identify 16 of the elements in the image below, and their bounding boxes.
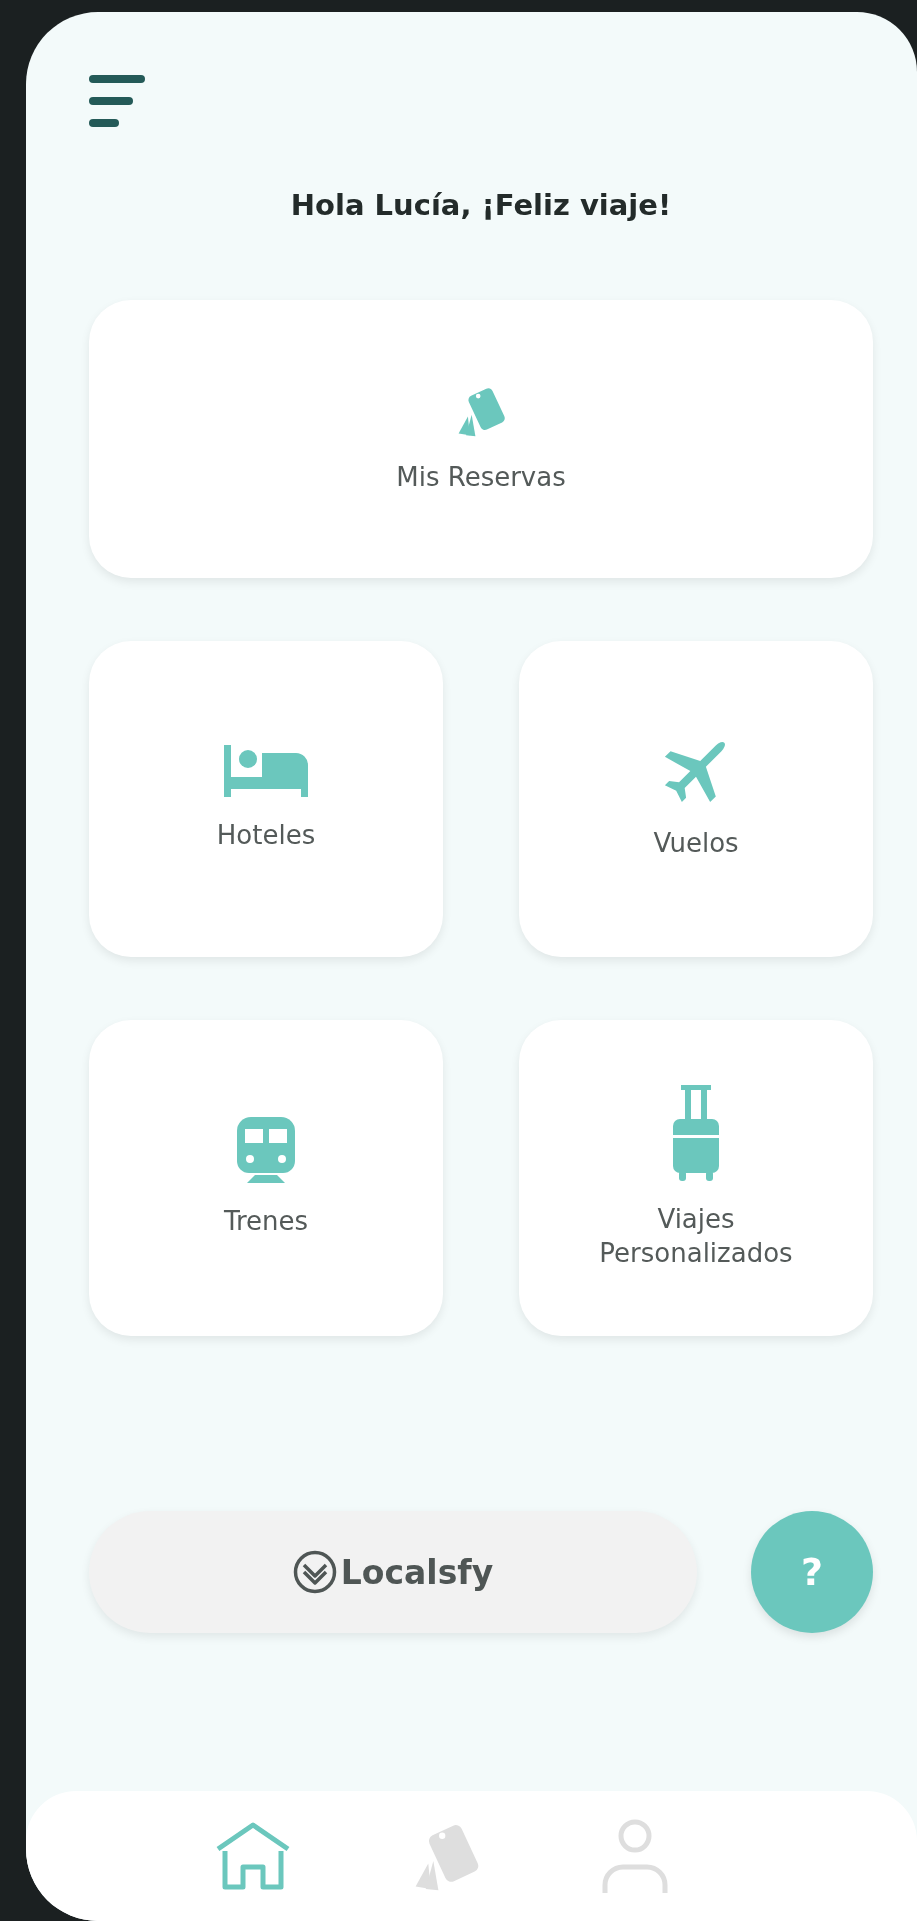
bed-icon <box>224 745 308 798</box>
chevrons-circle-icon <box>292 1550 337 1594</box>
greeting-heading: Hola Lucía, ¡Feliz viaje! <box>289 188 673 222</box>
person-icon <box>602 1819 669 1893</box>
person-icon-tab[interactable] <box>602 1819 669 1893</box>
home-icon-tab[interactable] <box>214 1821 291 1891</box>
hotels-card[interactable]: Hoteles <box>89 641 443 957</box>
menu-icon[interactable] <box>89 74 145 128</box>
localsfy-button[interactable]: Localsfy <box>89 1511 697 1633</box>
bookings-card[interactable]: Mis Reservas <box>89 300 873 578</box>
trains-card[interactable]: Trenes <box>89 1020 443 1336</box>
flights-card[interactable]: Vuelos <box>519 641 873 957</box>
suitcase-icon <box>671 1085 721 1182</box>
train-icon <box>237 1117 295 1184</box>
custom-trips-card[interactable]: Viajes Personalizados <box>519 1020 873 1336</box>
home-icon <box>214 1821 291 1891</box>
